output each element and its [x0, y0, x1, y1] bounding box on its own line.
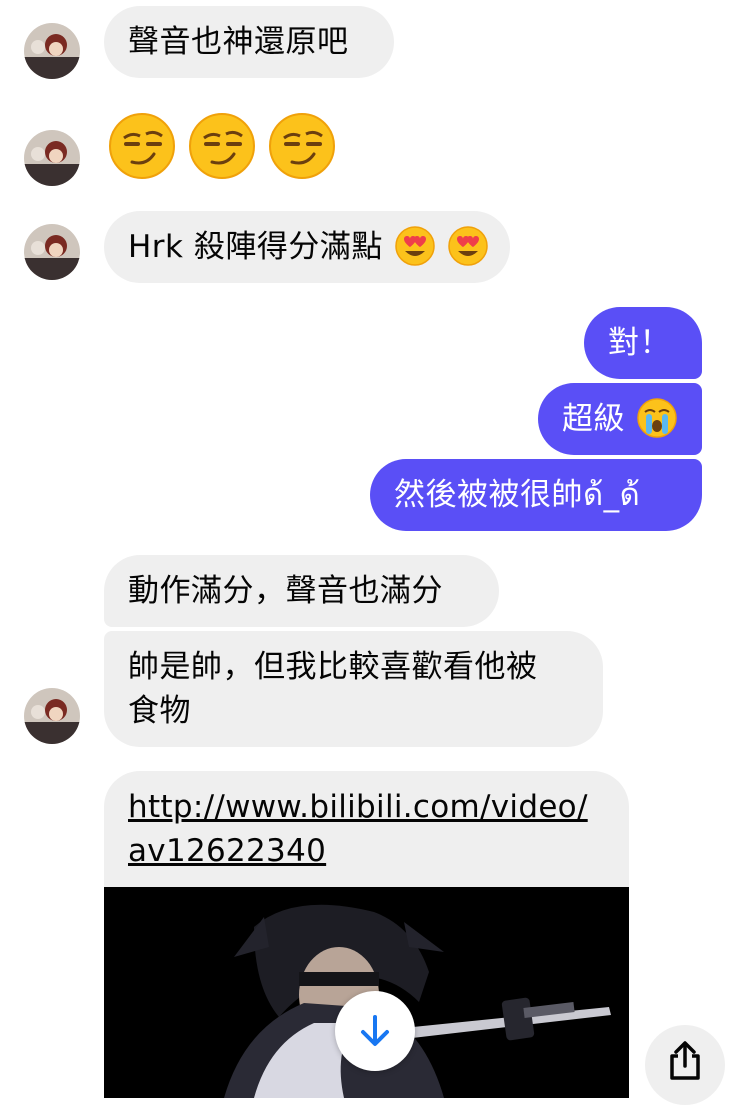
heart-eyes-emoji-icon	[395, 225, 435, 266]
message-text: 對！	[608, 325, 671, 361]
message-text: 然後被被很帥ด้_ด้	[394, 477, 641, 513]
sender-avatar[interactable]	[24, 23, 80, 79]
smirk-emoji-icon	[269, 113, 335, 179]
message-text: 聲音也神還原吧	[128, 24, 349, 60]
sender-avatar[interactable]	[24, 224, 80, 280]
heart-eyes-emoji-icon	[447, 225, 488, 266]
link-text[interactable]: http://www.bilibili.com/video/ av1262234…	[128, 785, 588, 873]
emoji-message[interactable]	[108, 112, 338, 180]
link-line: av12622340	[128, 833, 327, 869]
message-bubble[interactable]: 帥是帥，但我比較喜歡看他被 食物	[104, 631, 603, 747]
smirk-emoji-icon	[109, 113, 175, 179]
link-line: http://www.bilibili.com/video/	[128, 789, 588, 825]
message-bubble[interactable]: 動作滿分，聲音也滿分	[104, 555, 499, 627]
message-bubble-outgoing[interactable]: 超級	[538, 383, 702, 455]
sender-avatar[interactable]	[24, 130, 80, 186]
message-text: 動作滿分，聲音也滿分	[128, 573, 443, 609]
smirk-emoji-icon	[189, 113, 255, 179]
sender-avatar[interactable]	[24, 688, 80, 744]
message-text-line: 食物	[128, 693, 191, 729]
message-text: Hrk 殺陣得分滿點	[128, 229, 383, 265]
download-arrow-icon	[361, 1015, 389, 1046]
message-bubble[interactable]: Hrk 殺陣得分滿點	[104, 211, 510, 283]
message-bubble[interactable]: 聲音也神還原吧	[104, 6, 394, 78]
message-bubble-outgoing[interactable]: 然後被被很帥ด้_ด้	[370, 459, 702, 531]
message-text: 超級	[562, 401, 625, 437]
message-text-line: 帥是帥，但我比較喜歡看他被	[128, 649, 538, 685]
share-icon	[670, 1041, 700, 1080]
share-button[interactable]	[645, 1025, 725, 1105]
download-button[interactable]	[335, 991, 415, 1071]
loudly-crying-emoji-icon	[637, 397, 678, 438]
message-bubble-outgoing[interactable]: 對！	[584, 307, 702, 379]
